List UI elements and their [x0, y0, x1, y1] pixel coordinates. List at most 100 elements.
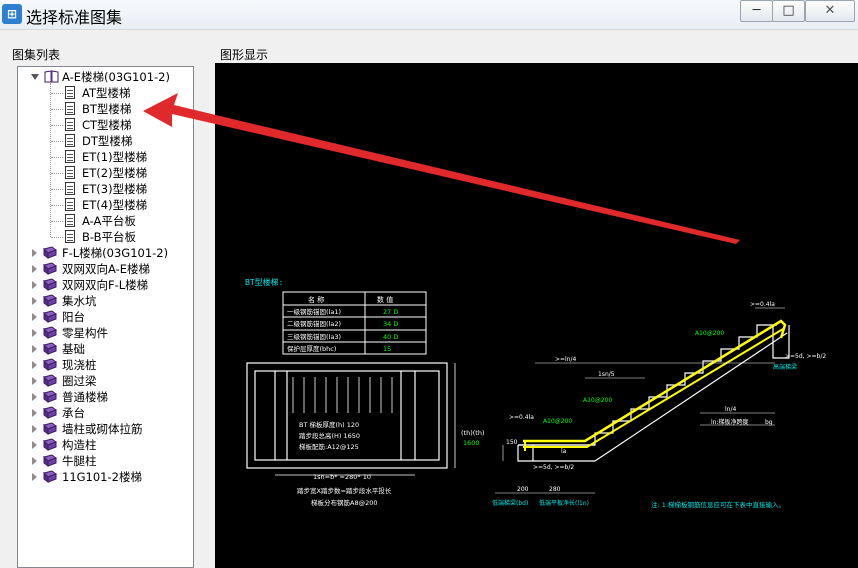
tree-node[interactable]: 阳台 — [18, 309, 193, 325]
tree-node-child[interactable]: ET(4)型楼梯 — [18, 197, 193, 213]
tree-node-label: 墙柱或砌体拉筋 — [62, 422, 143, 436]
stair-section-view — [517, 319, 790, 462]
expand-arrow-icon[interactable] — [32, 265, 37, 273]
section-label: >=0.4la — [509, 414, 534, 421]
section-label: 150 — [506, 439, 518, 446]
expand-arrow-icon[interactable] — [32, 329, 37, 337]
tree-node[interactable]: 牛腿柱 — [18, 453, 193, 469]
tree-node[interactable]: 墙柱或砌体拉筋 — [18, 421, 193, 437]
drawing-title: BT型楼梯: — [245, 277, 283, 287]
tree-node[interactable]: 基础 — [18, 341, 193, 357]
tree-node[interactable]: F-L楼梯(03G101-2) — [18, 245, 193, 261]
tree-node-label: 集水坑 — [62, 294, 97, 308]
book-icon — [43, 422, 57, 435]
tree-node-label: ET(3)型楼梯 — [82, 182, 148, 196]
tree-node-root[interactable]: A-E楼梯(03G101-2) — [18, 69, 193, 85]
tree-node[interactable]: 双网双向F-L楼梯 — [18, 277, 193, 293]
tree-node-child[interactable]: DT型楼梯 — [18, 133, 193, 149]
plan-bottom-dim: 1sn=b* =280* 10 — [313, 473, 371, 481]
section-label: 高端梯梁 — [773, 363, 797, 371]
tree-guide-line — [51, 221, 63, 222]
close-button[interactable]: ✕ — [805, 0, 855, 22]
title-bar[interactable]: ⊞ 选择标准图集 ─ □ ✕ — [0, 0, 858, 30]
section-label: 200 — [517, 486, 529, 493]
tree-node[interactable]: 双网双向A-E楼梯 — [18, 261, 193, 277]
document-icon — [65, 198, 75, 211]
tree-node[interactable]: 集水坑 — [18, 293, 193, 309]
expand-arrow-icon[interactable] — [32, 473, 37, 481]
section-label: A10@200 — [695, 330, 724, 337]
maximize-button[interactable]: □ — [772, 0, 805, 22]
atlas-tree[interactable]: A-E楼梯(03G101-2) AT型楼梯 BT型楼梯 CT型楼梯 DT型楼梯 ET(1)… — [17, 66, 194, 568]
tree-node[interactable]: 构造柱 — [18, 437, 193, 453]
tree-node-label: 双网双向F-L楼梯 — [62, 278, 149, 292]
tree-node[interactable]: 承台 — [18, 405, 193, 421]
window-title: 选择标准图集 — [26, 8, 123, 27]
app-icon: ⊞ — [2, 4, 22, 24]
expand-arrow-icon[interactable] — [32, 297, 37, 305]
section-label: >=ln/4 — [555, 356, 577, 363]
tree-node-label: 阳台 — [62, 310, 85, 324]
atlas-list-label: 图集列表 — [12, 48, 61, 62]
tree-node-child[interactable]: AT型楼梯 — [18, 85, 193, 101]
drawing-note: 注: 1.梯梯板钢筋信息应可在下表中直接输入。 — [651, 500, 785, 509]
expand-arrow-icon[interactable] — [32, 281, 37, 289]
tree-node-label: A-E楼梯(03G101-2) — [62, 70, 170, 84]
tree-node-label: 普通楼梯 — [62, 390, 108, 404]
expand-arrow-icon[interactable] — [32, 361, 37, 369]
tree-node-label: 基础 — [62, 342, 85, 356]
table-row-name: 一级钢筋锚固(la1) — [287, 307, 341, 316]
book-icon — [43, 246, 57, 259]
table-row-name: 三级钢筋锚固(la3) — [287, 332, 341, 341]
expand-arrow-icon[interactable] — [32, 249, 37, 257]
collapse-arrow-icon[interactable] — [31, 74, 39, 80]
section-label: la — [561, 448, 567, 455]
section-label: 1sn/5 — [598, 371, 615, 378]
tree-node[interactable]: 现浇桩 — [18, 357, 193, 373]
document-icon — [65, 214, 75, 227]
expand-arrow-icon[interactable] — [32, 457, 37, 465]
tree-node[interactable]: 普通楼梯 — [18, 389, 193, 405]
book-icon — [43, 374, 57, 387]
section-label: ln/4 — [725, 406, 736, 413]
expand-arrow-icon[interactable] — [32, 409, 37, 417]
book-icon — [43, 262, 57, 275]
tree-node-label: 零星构件 — [62, 326, 108, 340]
tree-guide-line — [51, 205, 63, 206]
section-label: 280 — [549, 486, 561, 493]
minimize-button[interactable]: ─ — [740, 0, 773, 22]
book-icon — [43, 390, 57, 403]
tree-node-child[interactable]: ET(3)型楼梯 — [18, 181, 193, 197]
expand-arrow-icon[interactable] — [32, 377, 37, 385]
expand-arrow-icon[interactable] — [32, 425, 37, 433]
tree-guide-line — [51, 157, 63, 158]
tree-node-child[interactable]: BT型楼梯 — [18, 101, 193, 117]
book-icon — [43, 454, 57, 467]
table-row-value: 27 D — [383, 308, 398, 316]
tree-node-child[interactable]: A-A平台板 — [18, 213, 193, 229]
tree-node-label: DT型楼梯 — [82, 134, 133, 148]
plan-dim-label: (th)(th) — [461, 429, 484, 437]
tree-node-label: BT型楼梯 — [82, 102, 132, 116]
tree-node-child[interactable]: ET(2)型楼梯 — [18, 165, 193, 181]
book-icon — [43, 326, 57, 339]
tree-node-child[interactable]: CT型楼梯 — [18, 117, 193, 133]
document-icon — [65, 102, 75, 115]
tree-node-child[interactable]: B-B平台板 — [18, 229, 193, 245]
expand-arrow-icon[interactable] — [32, 393, 37, 401]
tree-node-label: 双网双向A-E楼梯 — [62, 262, 151, 276]
expand-arrow-icon[interactable] — [32, 345, 37, 353]
expand-arrow-icon[interactable] — [32, 441, 37, 449]
tree-node-child[interactable]: ET(1)型楼梯 — [18, 149, 193, 165]
expand-arrow-icon[interactable] — [32, 313, 37, 321]
tree-node[interactable]: 零星构件 — [18, 325, 193, 341]
table-row-name: 保护层厚度(bhc) — [287, 344, 336, 353]
tree-node-label: 11G101-2楼梯 — [62, 470, 142, 484]
book-icon — [43, 406, 57, 419]
tree-node-label: ET(1)型楼梯 — [82, 150, 148, 164]
section-label: bg — [765, 419, 773, 426]
tree-node[interactable]: 圈过梁 — [18, 373, 193, 389]
book-icon — [43, 358, 57, 371]
book-icon — [43, 310, 57, 323]
tree-node[interactable]: 11G101-2楼梯 — [18, 469, 193, 485]
